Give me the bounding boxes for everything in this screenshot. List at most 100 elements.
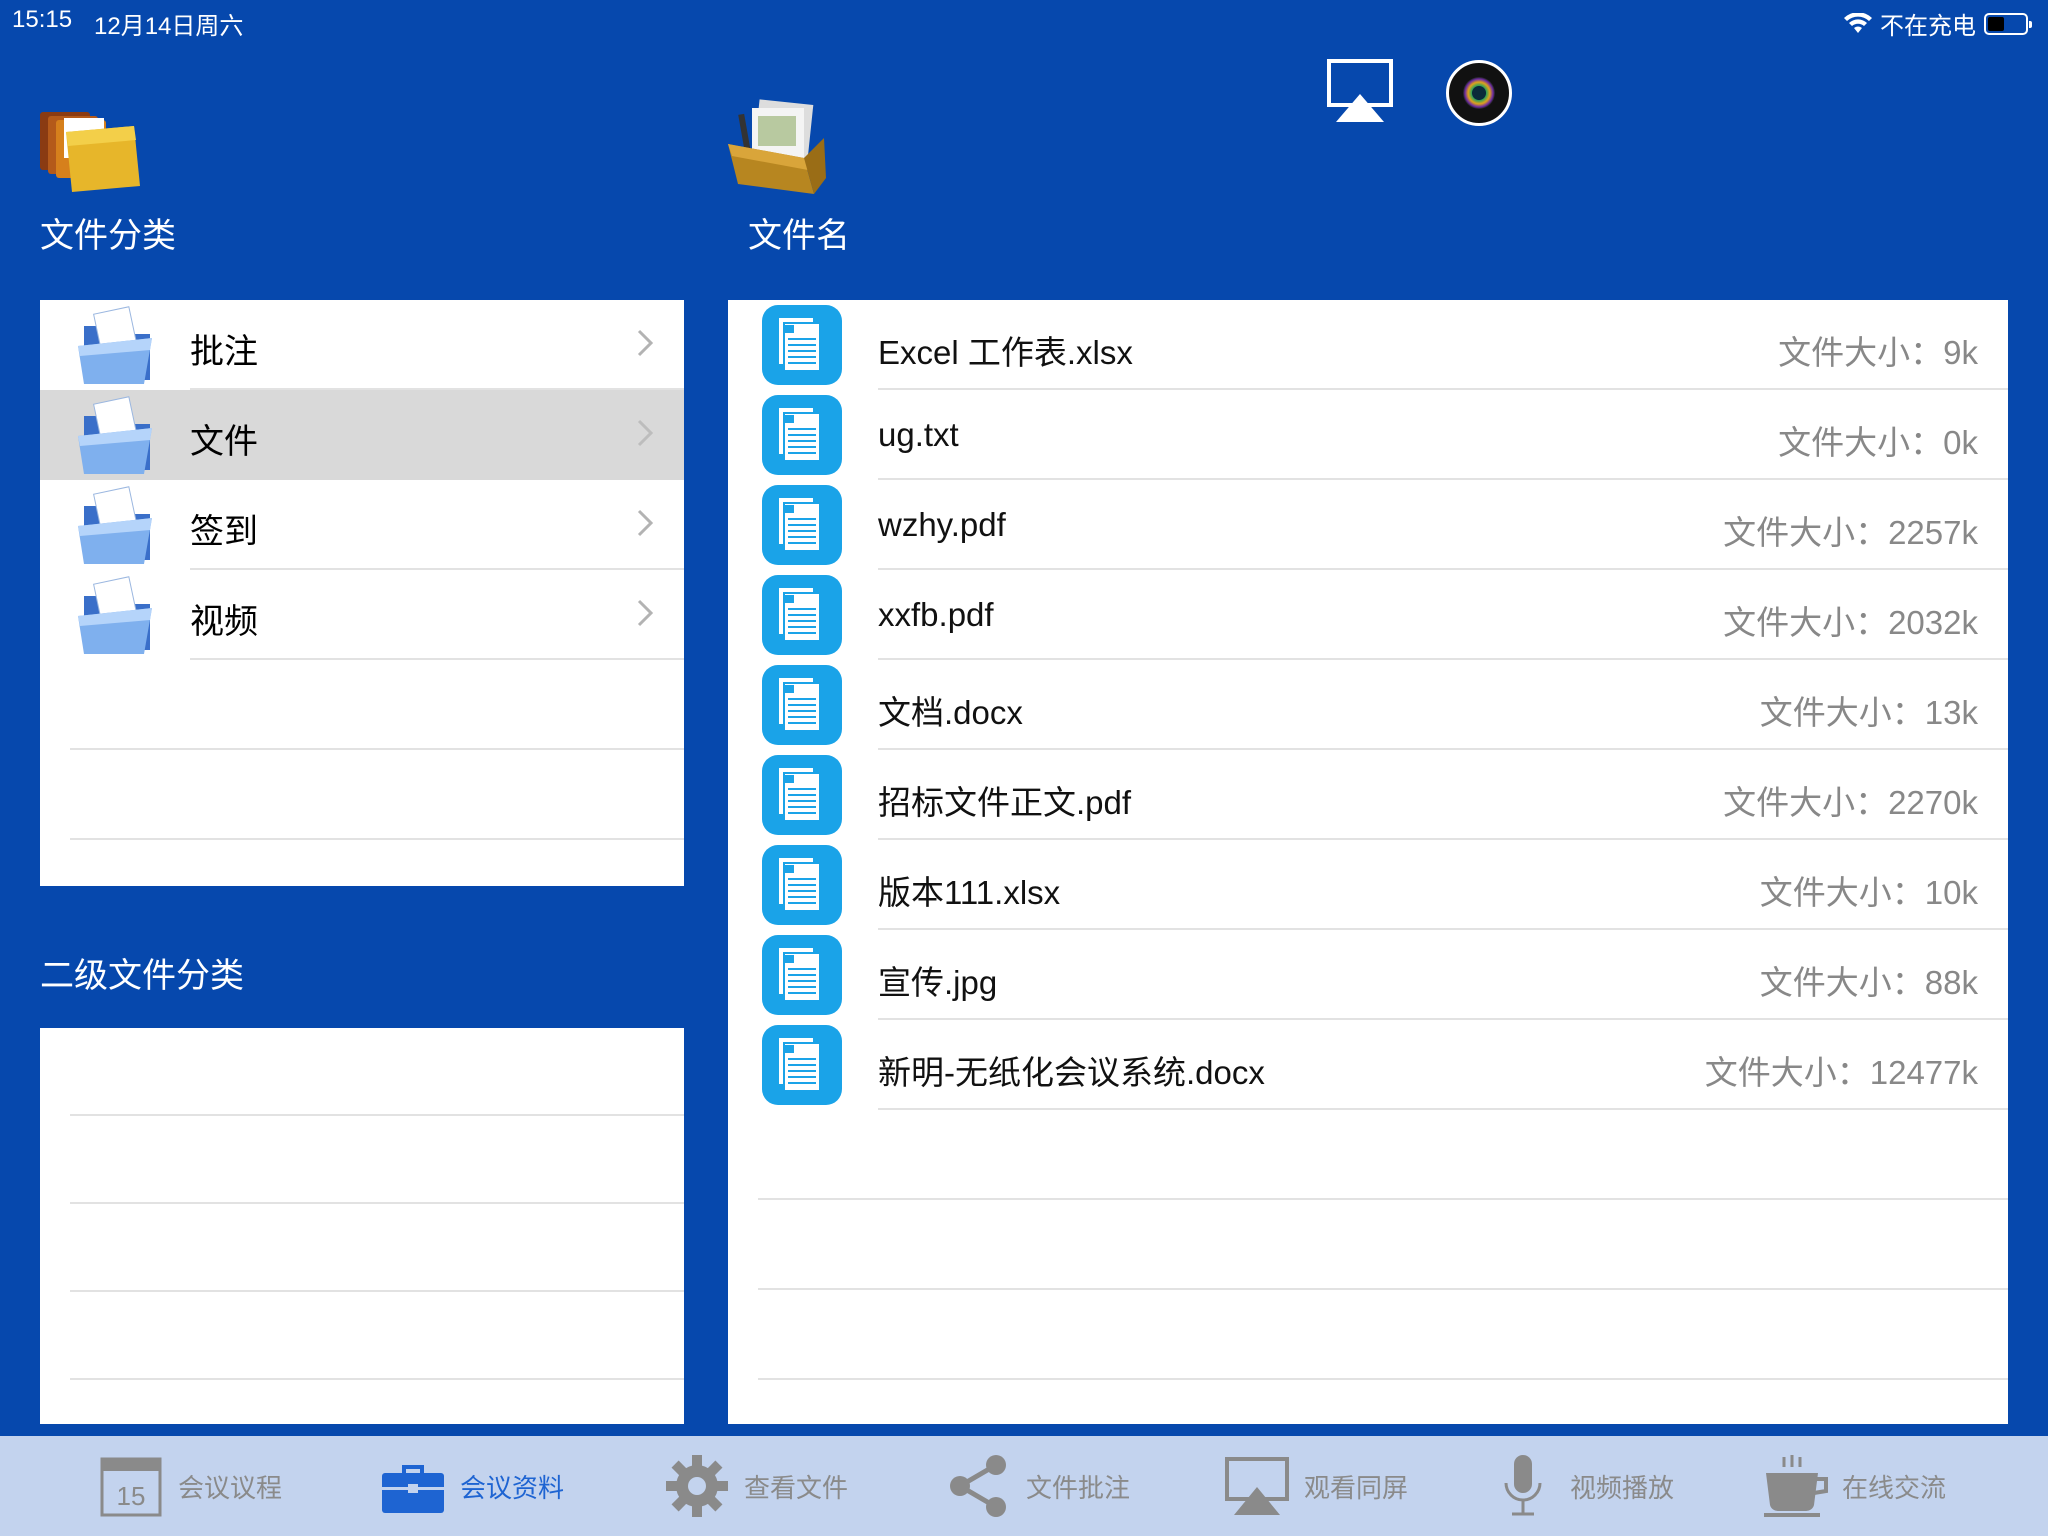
folders-icon [40,112,140,192]
tab-bar: 15 会议议程 会议资料 查看文件 文件批注 观看同屏 视频播放 在线交流 [0,1436,2048,1536]
tab-video-playback[interactable]: 视频播放 [1490,1436,1674,1536]
gear-icon [666,1455,728,1517]
document-icon [762,485,842,565]
category-label: 签到 [190,513,258,551]
separator [70,1114,684,1116]
tab-online-chat[interactable]: 在线交流 [1762,1436,1946,1536]
document-icon [762,665,842,745]
file-row[interactable]: xxfb.pdf 文件大小：2032k [728,570,2008,660]
separator [190,658,684,660]
airplay-icon [1225,1457,1289,1515]
secondary-category-title: 二级文件分类 [40,957,244,995]
status-bar: 15:15 12月14日周六 不在充电 [0,0,2048,40]
file-size: 文件大小：2032k [1723,604,1978,641]
open-folder-icon [78,396,152,474]
chevron-right-icon [637,419,654,447]
briefcase-icon [382,1465,444,1513]
file-size: 文件大小：10k [1759,874,1978,911]
file-name: 新明-无纸化会议系统.docx [878,1054,1265,1091]
tab-label: 会议资料 [460,1472,565,1503]
file-row[interactable]: 文档.docx 文件大小：13k [728,660,2008,750]
category-row-signin[interactable]: 签到 [40,480,684,570]
document-icon [762,1025,842,1105]
microphone-icon [1504,1455,1542,1516]
calendar-icon: 15 [100,1457,162,1517]
file-name: 宣传.jpg [878,964,998,1001]
tab-label: 文件批注 [1026,1472,1131,1503]
file-row[interactable]: 版本111.xlsx 文件大小：10k [728,840,2008,930]
file-name: 版本111.xlsx [878,874,1061,911]
camera-lens-icon [1463,77,1495,109]
charging-status: 不在充电 [1880,13,1976,40]
tab-label: 在线交流 [1842,1472,1947,1503]
status-right: 不在充电 [1844,6,2032,41]
share-icon [950,1455,1006,1517]
file-size: 文件大小：0k [1778,424,1978,461]
document-icon [762,395,842,475]
separator [70,1378,684,1380]
category-label: 视频 [190,603,258,641]
file-size: 文件大小：9k [1778,334,1978,371]
file-name: wzhy.pdf [878,506,1006,543]
file-row[interactable]: 新明-无纸化会议系统.docx 文件大小：12477k [728,1020,2008,1110]
open-folder-icon [78,486,152,564]
file-row[interactable]: ug.txt 文件大小：0k [728,390,2008,480]
file-list: Excel 工作表.xlsx 文件大小：9k ug.txt 文件大小：0k wz… [728,300,2008,1424]
tab-meeting-agenda[interactable]: 15 会议议程 [98,1436,282,1536]
camera-button[interactable] [1446,60,1512,126]
separator [758,1198,2008,1200]
chevron-right-icon [637,599,654,627]
tab-file-annotation[interactable]: 文件批注 [946,1436,1130,1536]
tab-label: 查看文件 [744,1472,849,1503]
tab-label: 观看同屏 [1304,1472,1409,1503]
status-date: 12月14日周六 [94,13,244,40]
tab-view-files[interactable]: 查看文件 [664,1436,848,1536]
open-folder-icon [78,576,152,654]
tab-watch-screen[interactable]: 观看同屏 [1224,1436,1408,1536]
category-row-annotation[interactable]: 批注 [40,300,684,390]
secondary-category-list [40,1028,684,1424]
separator [70,1290,684,1292]
filename-header-title: 文件名 [748,217,850,255]
file-row[interactable]: Excel 工作表.xlsx 文件大小：9k [728,300,2008,390]
file-row[interactable]: 招标文件正文.pdf 文件大小：2270k [728,750,2008,840]
file-row[interactable]: wzhy.pdf 文件大小：2257k [728,480,2008,570]
category-label: 文件 [190,423,258,461]
document-icon [762,845,842,925]
battery-icon [1984,12,2032,35]
document-icon [762,935,842,1015]
calendar-day: 15 [117,1481,146,1511]
category-row-video[interactable]: 视频 [40,570,684,660]
document-icon [762,755,842,835]
document-icon [762,575,842,655]
airplay-button[interactable] [1326,58,1394,124]
tab-label: 会议议程 [178,1472,283,1503]
category-row-files[interactable]: 文件 [40,390,684,480]
file-size: 文件大小：12477k [1704,1054,1978,1091]
category-header-title: 文件分类 [40,217,176,255]
file-row[interactable]: 宣传.jpg 文件大小：88k [728,930,2008,1020]
separator [758,1288,2008,1290]
tab-meeting-materials[interactable]: 会议资料 [380,1436,564,1536]
separator [70,1202,684,1204]
file-name: 招标文件正文.pdf [878,784,1132,821]
separator [70,838,684,840]
file-size: 文件大小：13k [1759,694,1978,731]
wifi-icon [1844,12,1872,33]
chevron-right-icon [637,509,654,537]
separator [70,748,684,750]
file-size: 文件大小：2257k [1723,514,1978,551]
file-name: ug.txt [878,416,959,453]
tab-label: 视频播放 [1570,1472,1675,1503]
file-name: Excel 工作表.xlsx [878,334,1133,371]
coffee-cup-icon [1764,1455,1828,1517]
status-time: 15:15 [12,6,73,33]
open-folder-icon [78,306,152,384]
file-name: 文档.docx [878,694,1023,731]
file-size: 文件大小：88k [1759,964,1978,1001]
category-list: 批注 文件 签到 视频 [40,300,684,886]
file-folder-icon [728,99,826,194]
separator [758,1378,2008,1380]
category-label: 批注 [190,333,258,371]
file-size: 文件大小：2270k [1723,784,1978,821]
